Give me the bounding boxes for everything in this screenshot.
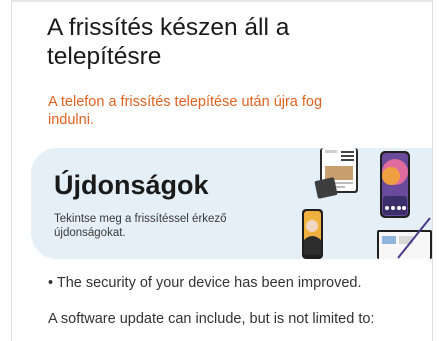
page-title: A frissítés készen áll a telepítésre — [47, 14, 290, 70]
whats-new-title: Újdonságok — [54, 170, 209, 200]
devices-illustration — [302, 148, 432, 259]
release-note-item: • The security of your device has been i… — [48, 275, 362, 291]
window-top-edge — [11, 0, 433, 2]
restart-warning: A telefon a frissítés telepítése után új… — [48, 94, 323, 128]
tablet-icon — [377, 217, 432, 259]
flip-phone-icon — [302, 209, 323, 259]
release-notes-intro: A software update can include, but is no… — [48, 311, 375, 327]
smartphone-icon — [380, 151, 410, 218]
whats-new-description: Tekintse meg a frissítéssel érkező újdon… — [54, 213, 227, 239]
window-left-edge — [11, 0, 12, 341]
window-right-edge — [432, 0, 433, 341]
foldable-phone-icon — [314, 148, 358, 199]
whats-new-card[interactable]: Újdonságok Tekintse meg a frissítéssel é… — [31, 148, 432, 259]
update-screen: A frissítés készen áll a telepítésre A t… — [0, 0, 444, 341]
